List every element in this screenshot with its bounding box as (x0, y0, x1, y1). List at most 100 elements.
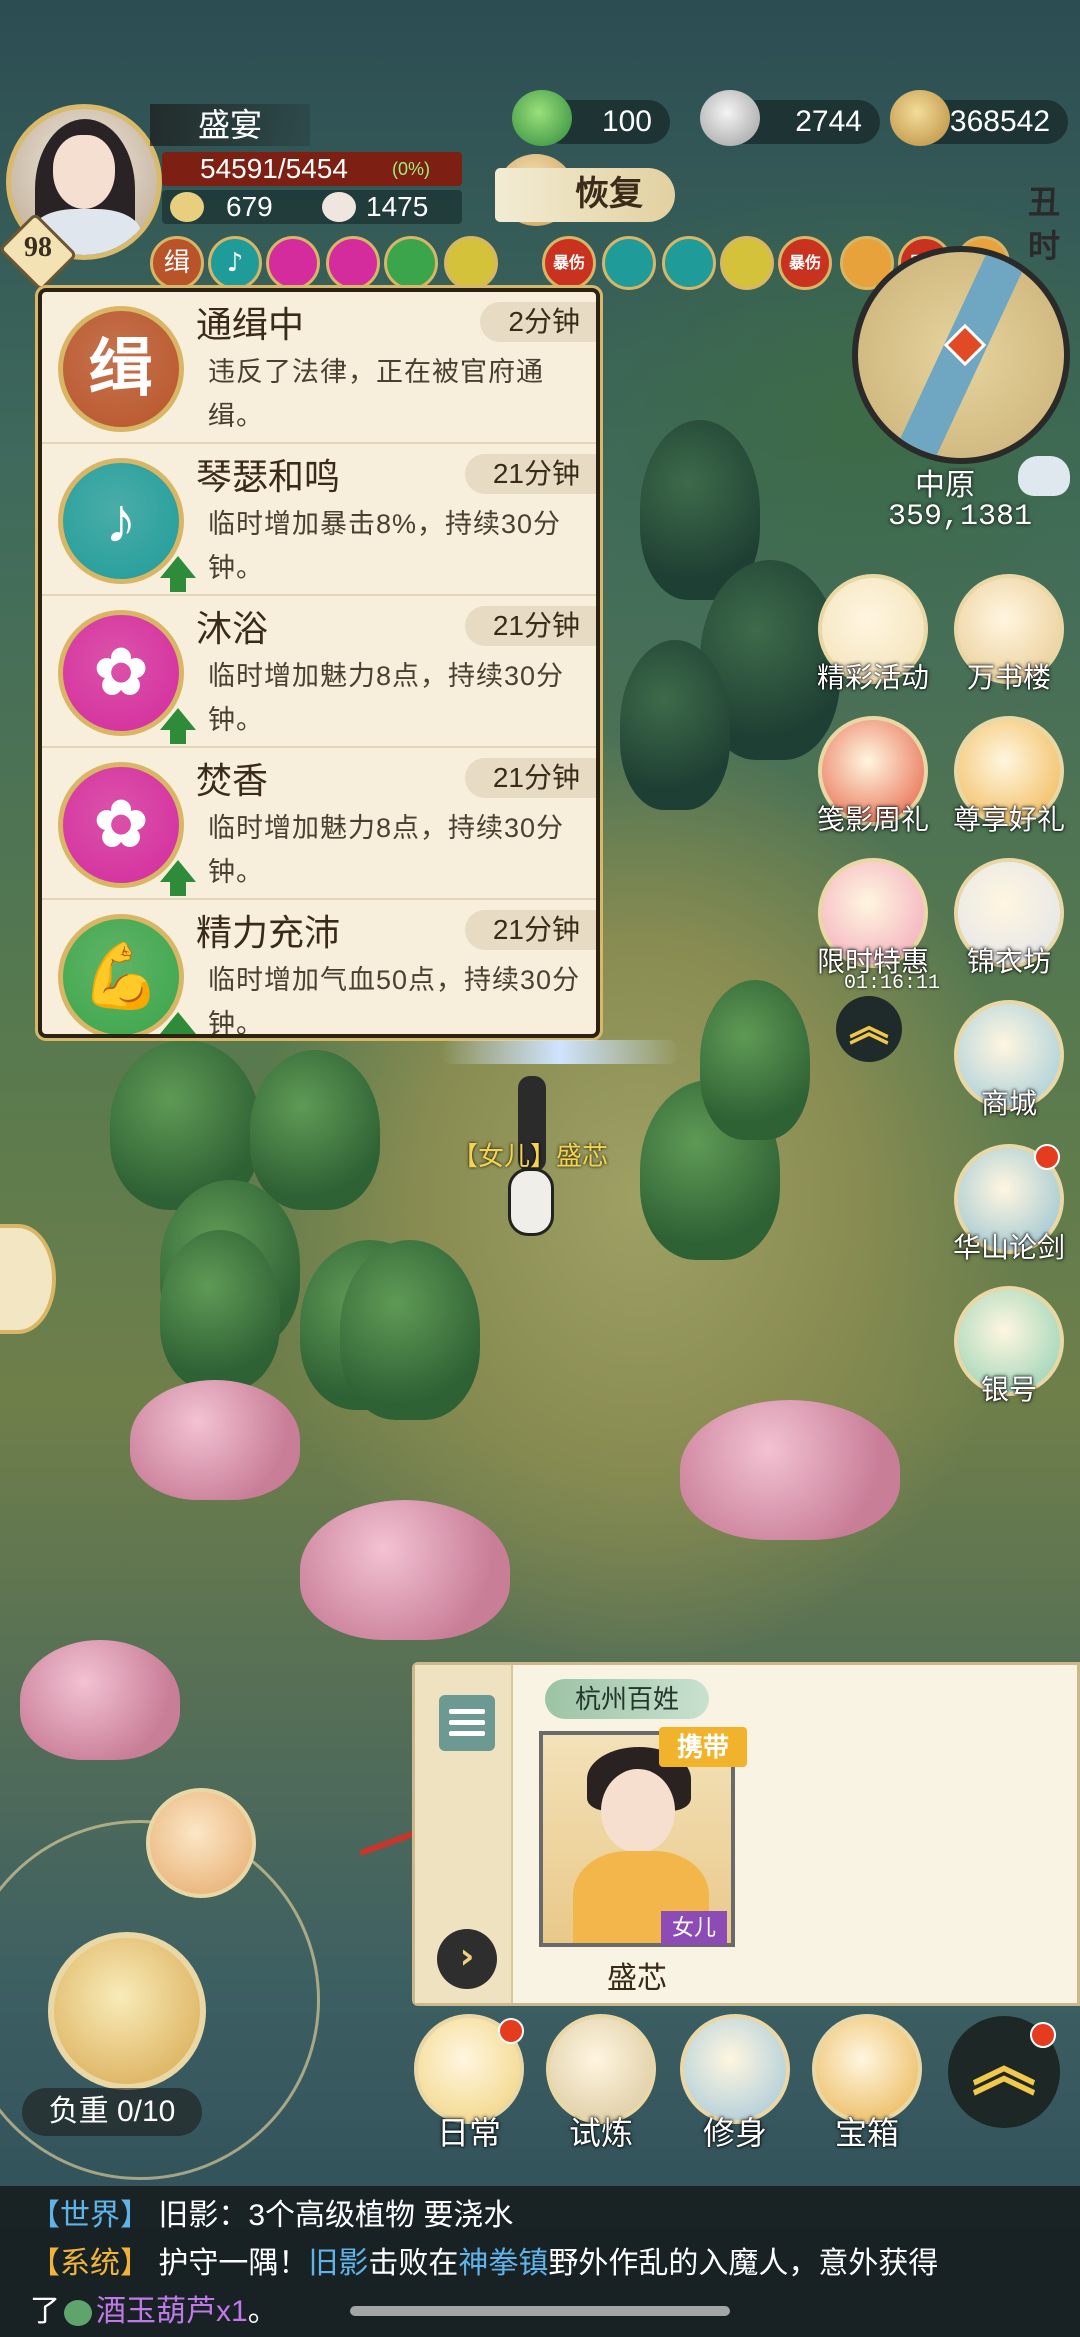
buff-title: 通缉中 (196, 304, 305, 345)
map-coordinates: 359,1381 (887, 500, 1033, 534)
cherry-tree (300, 1500, 510, 1640)
phoenix-icon[interactable] (146, 1788, 256, 1898)
stat1-value: 679 (226, 191, 273, 222)
minimap[interactable] (852, 246, 1070, 464)
buff-icon: 缉 (58, 306, 184, 432)
chat-text: 护守一隅！ (158, 2247, 309, 2280)
chat-line-system: 【系统】 护守一隅！旧影击败在神拳镇野外作乱的入魔人，意外获得 (30, 2240, 938, 2288)
buff-duration: 21分钟 (464, 606, 596, 646)
coin-value: 368542 (949, 105, 1050, 138)
notification-dot (1030, 2022, 1056, 2048)
nav-label: 修身 (702, 2115, 767, 2151)
nav-label: 宝箱 (834, 2115, 899, 2151)
blossom-icon[interactable] (326, 236, 380, 290)
notification-dot (498, 2018, 524, 2044)
buff-row: ♪ 琴瑟和鸣 21分钟 临时增加暴击8%，持续30分钟。 (42, 444, 596, 596)
gourd-item-icon (64, 2300, 92, 2327)
load-capacity: 负重 0/10 (22, 2088, 202, 2136)
home-indicator[interactable] (350, 2306, 730, 2316)
restore-button[interactable]: 恢复 (495, 168, 675, 222)
rain-cloud-icon (1018, 456, 1070, 496)
stat2-value: 1475 (366, 191, 429, 222)
npc-card[interactable]: › 杭州百姓 携带 女儿 盛芯 (412, 1662, 1080, 2006)
horse-mount (508, 1168, 554, 1236)
buff-duration: 21分钟 (464, 758, 596, 798)
cherry-tree (680, 1400, 900, 1540)
cart-icon[interactable] (48, 1932, 206, 2090)
bun-icon (322, 192, 356, 222)
arrow-up-icon (160, 860, 196, 882)
limited-offer-timer: 01:16:11 (843, 972, 940, 995)
side-menu-label: 银号 (980, 1374, 1037, 1405)
nav-label: 试炼 (568, 2115, 633, 2151)
chat-text: 击败在 (368, 2247, 459, 2280)
npc-name: 盛芯 (607, 1962, 667, 1995)
chat-text: 。 (247, 2295, 278, 2328)
region-name: 中原 (915, 469, 975, 502)
wanted-icon[interactable]: 缉 (150, 236, 204, 290)
nav-label: 日常 (436, 2115, 501, 2151)
strength-icon[interactable] (384, 236, 438, 290)
hp-percent: (0%) (392, 159, 431, 179)
energy-bar: 679 1475 (162, 190, 462, 224)
jade-value: 100 (601, 105, 652, 138)
coin-icon (890, 90, 950, 146)
bowl-icon[interactable] (720, 236, 774, 290)
chat-text: 了 (30, 2295, 60, 2328)
side-menu-label: 尊享好礼 (952, 804, 1065, 835)
chat-player-link[interactable]: 旧影 (308, 2247, 368, 2280)
arrow-up-icon (160, 1012, 196, 1034)
side-menu-label: 精彩活动 (816, 662, 929, 693)
buff-description: 临时增加暴击8%，持续30分钟。 (208, 509, 562, 583)
notification-dot (1034, 1144, 1060, 1170)
arrow-up-icon-stem (170, 1032, 186, 1034)
arrow-up-icon-stem (170, 880, 186, 896)
hp-bar: 54591/5454 (0%) (162, 152, 462, 186)
npc-card-sidebar: › (415, 1665, 513, 2003)
buff-title: 琴瑟和鸣 (196, 456, 341, 497)
buff-row: 💪 精力充沛 21分钟 临时增加气血50点，持续30分钟。 (42, 900, 596, 1034)
cherry-tree (20, 1640, 180, 1760)
buff-row: 缉通缉中 2分钟 违反了法律，正在被官府通缉。 (42, 292, 596, 444)
bowl-icon[interactable] (444, 236, 498, 290)
map-player-label: 【女儿】盛芯 (452, 1141, 609, 1171)
sword-effect (440, 1040, 680, 1064)
list-icon[interactable] (439, 1695, 495, 1751)
buff-duration: 2分钟 (480, 302, 596, 342)
tree (250, 1050, 380, 1210)
arrow-up-icon (160, 556, 196, 578)
hp-value: 54591/5454 (200, 153, 348, 184)
feather-icon[interactable] (662, 236, 716, 290)
chat-channel-world: 【世界】 (30, 2199, 150, 2232)
buff-duration: 21分钟 (464, 454, 596, 494)
npc-region-tag: 杭州百姓 (545, 1679, 710, 1719)
side-menu-label: 笺影周礼 (816, 804, 929, 835)
buff-title: 焚香 (196, 760, 269, 801)
carry-badge: 携带 (659, 1727, 747, 1767)
avatar-face (53, 135, 115, 209)
arrow-up-icon (160, 708, 196, 730)
buff-title: 精力充沛 (196, 912, 341, 953)
side-menu-label: 万书楼 (966, 662, 1051, 693)
buff-detail-panel: 缉通缉中 2分钟 违反了法律，正在被官府通缉。 ♪ 琴瑟和鸣 21分钟 临时增加暴击8%，持… (38, 288, 600, 1038)
buff-description: 临时增加魅力8点，持续30分钟。 (208, 813, 565, 887)
buff-description: 临时增加魅力8点，持续30分钟。 (208, 661, 565, 735)
crit-icon[interactable]: 暴伤 (778, 236, 832, 290)
player-name: 盛宴 (150, 104, 310, 146)
tree (700, 980, 810, 1140)
npc-face (601, 1769, 675, 1853)
chat-message: 旧影：3个高级植物 要浇水 (158, 2199, 514, 2232)
blossom-icon[interactable] (266, 236, 320, 290)
chat-item-link[interactable]: 酒玉葫芦x1 (96, 2295, 248, 2328)
npc-role-badge: 女儿 (661, 1911, 727, 1945)
feather-icon[interactable] (602, 236, 656, 290)
chevron-right-icon[interactable]: › (437, 1929, 497, 1989)
crit-icon[interactable]: 暴伤 (542, 236, 596, 290)
player-level: 98 (24, 232, 52, 263)
collapse-menu-button[interactable]: ︽ (836, 996, 902, 1062)
music-note-icon[interactable]: ♪ (208, 236, 262, 290)
buff-row: ✿ 沐浴 21分钟 临时增加魅力8点，持续30分钟。 (42, 596, 596, 748)
arrow-up-icon-stem (170, 728, 186, 744)
game-time: 丑时 (1027, 184, 1060, 264)
chat-place-link[interactable]: 神拳镇 (458, 2247, 548, 2280)
